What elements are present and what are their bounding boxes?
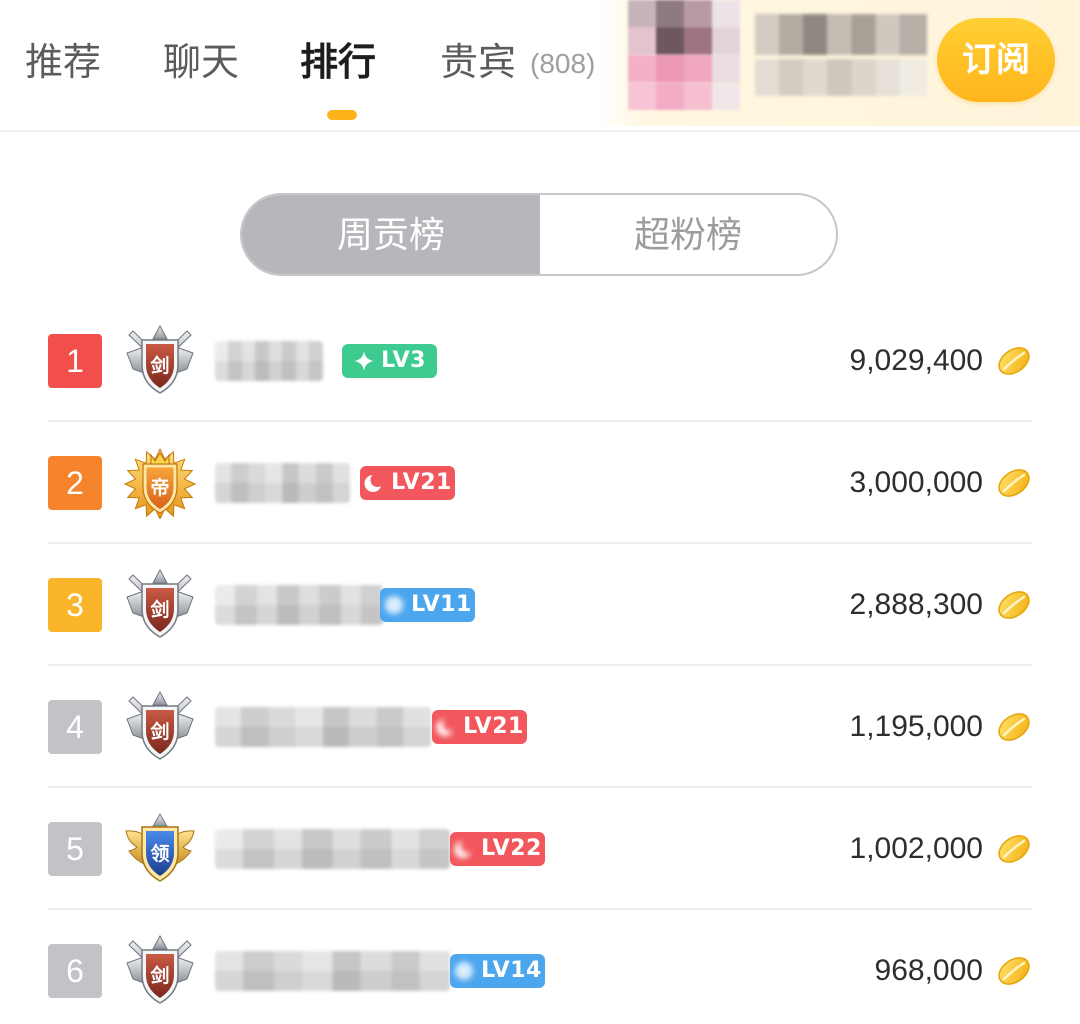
top-nav: 推荐 聊天 排行 贵宾 (808) 订阅 xyxy=(0,0,1080,132)
coin-icon xyxy=(996,955,1032,987)
ranking-row[interactable]: 6 剑 LV14 968,000 xyxy=(0,910,1080,1024)
vip-count: (808) xyxy=(530,48,596,79)
level-label: LV11 xyxy=(411,592,472,617)
subscribe-button[interactable]: 订阅 xyxy=(937,18,1055,102)
sword-emblem-icon: 剑 xyxy=(124,325,196,397)
rank-badge: 1 xyxy=(48,334,102,388)
contribution-amount: 1,195,000 xyxy=(849,710,983,743)
ranking-row[interactable]: 3 剑 LV11 2,888,300 xyxy=(0,544,1080,666)
ranking-row[interactable]: 5 领 LV22 1,002,000 xyxy=(0,788,1080,910)
level-label: LV22 xyxy=(481,836,542,861)
username-obscured[interactable] xyxy=(215,341,323,381)
emperor-emblem-icon: 帝 xyxy=(124,447,196,519)
rank-badge: 2 xyxy=(48,456,102,510)
leaderboard-switch: 周贡榜 超粉榜 xyxy=(240,193,838,276)
moon-icon xyxy=(363,472,385,494)
emblem-char: 帝 xyxy=(150,476,169,499)
rank-badge: 5 xyxy=(48,822,102,876)
contribution-amount: 9,029,400 xyxy=(849,344,983,377)
emblem-char: 剑 xyxy=(149,720,169,743)
level-icon xyxy=(383,594,405,616)
emblem-char: 剑 xyxy=(149,598,169,621)
rank-badge: 6 xyxy=(48,944,102,998)
contribution-amount: 1,002,000 xyxy=(849,832,983,865)
username-obscured[interactable] xyxy=(215,829,450,869)
coin-icon xyxy=(996,345,1032,377)
tab-super-fans[interactable]: 超粉榜 xyxy=(540,195,836,274)
rank-badge: 3 xyxy=(48,578,102,632)
contribution-amount: 3,000,000 xyxy=(849,466,983,499)
emblem-char: 领 xyxy=(150,842,169,865)
ranking-row[interactable]: 1 剑 LV3 9,029,400 xyxy=(0,300,1080,422)
tab-vip[interactable]: 贵宾 (808) xyxy=(440,40,595,86)
ranking-row[interactable]: 4 剑 LV21 1,195,000 xyxy=(0,666,1080,788)
level-label: LV14 xyxy=(481,958,542,983)
emblem-char: 剑 xyxy=(149,964,169,987)
coin-icon xyxy=(996,833,1032,865)
level-label: LV3 xyxy=(381,348,426,373)
anchor-name-obscured xyxy=(755,14,927,96)
tab-recommend[interactable]: 推荐 xyxy=(25,40,101,86)
moon-icon xyxy=(453,838,475,860)
tab-chat[interactable]: 聊天 xyxy=(163,40,239,86)
level-badge: LV21 xyxy=(360,466,455,500)
emblem-char: 剑 xyxy=(149,354,169,377)
username-obscured[interactable] xyxy=(215,707,431,747)
ranking-row[interactable]: 2 帝 LV21 3,000,000 xyxy=(0,422,1080,544)
username-obscured[interactable] xyxy=(215,463,350,503)
ranking-list: 1 剑 LV3 9,029,400 2 帝 LV21 3,000,000 3 剑… xyxy=(0,300,1080,1024)
tab-ranking[interactable]: 排行 xyxy=(300,40,376,86)
anchor-avatar[interactable] xyxy=(628,0,740,110)
sword-emblem-icon: 剑 xyxy=(124,691,196,763)
tab-weekly-contribution[interactable]: 周贡榜 xyxy=(242,195,540,274)
active-tab-indicator xyxy=(327,110,357,120)
sparkle-icon xyxy=(353,350,375,372)
level-label: LV21 xyxy=(463,714,524,739)
coin-icon xyxy=(996,711,1032,743)
contribution-amount: 2,888,300 xyxy=(849,588,983,621)
coin-icon xyxy=(996,589,1032,621)
moon-icon xyxy=(435,716,457,738)
username-obscured[interactable] xyxy=(215,951,450,991)
sword-emblem-icon: 剑 xyxy=(124,569,196,641)
anchor-info[interactable]: 订阅 xyxy=(600,0,1080,126)
sword-emblem-icon: 剑 xyxy=(124,935,196,1007)
level-badge: LV21 xyxy=(432,710,527,744)
username-obscured[interactable] xyxy=(215,585,383,625)
contribution-amount: 968,000 xyxy=(874,954,983,987)
rank-badge: 4 xyxy=(48,700,102,754)
coin-icon xyxy=(996,467,1032,499)
tab-vip-label: 贵宾 xyxy=(440,42,517,84)
level-label: LV21 xyxy=(391,470,452,495)
leader-emblem-icon: 领 xyxy=(124,813,196,885)
level-icon xyxy=(453,960,475,982)
level-badge: LV3 xyxy=(342,344,437,378)
level-badge: LV22 xyxy=(450,832,545,866)
level-badge: LV11 xyxy=(380,588,475,622)
level-badge: LV14 xyxy=(450,954,545,988)
